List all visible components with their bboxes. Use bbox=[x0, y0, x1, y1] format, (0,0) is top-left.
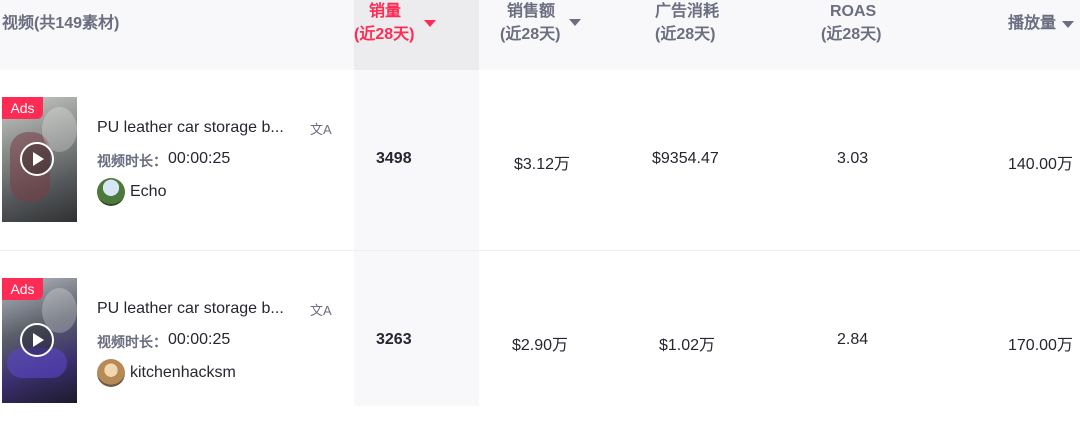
translate-icon[interactable]: 文A bbox=[310, 119, 332, 138]
avatar[interactable] bbox=[97, 178, 125, 206]
play-icon[interactable] bbox=[20, 142, 54, 176]
table-row[interactable]: Ads PU leather car storage b... 文A 视频时长：… bbox=[0, 251, 1080, 431]
revenue-period: (近28天) bbox=[500, 26, 561, 43]
duration-value: 00:00:25 bbox=[168, 150, 231, 167]
video-title[interactable]: PU leather car storage b... bbox=[97, 300, 284, 318]
ad-spend-period: (近28天) bbox=[655, 26, 716, 43]
sort-desc-icon[interactable] bbox=[424, 20, 436, 27]
duration-label: 视频时长： bbox=[97, 334, 167, 350]
play-icon[interactable] bbox=[20, 323, 54, 357]
ads-badge: Ads bbox=[2, 97, 43, 119]
duration-value: 00:00:25 bbox=[168, 331, 231, 348]
column-header-views[interactable]: 播放量 bbox=[1008, 0, 1080, 70]
sales-value: 3498 bbox=[376, 150, 412, 167]
roas-label: ROAS bbox=[830, 3, 877, 20]
revenue-label: 销售额 bbox=[507, 3, 556, 20]
avatar[interactable] bbox=[97, 359, 125, 387]
column-header-revenue[interactable]: 销售额 (近28天) bbox=[500, 0, 600, 70]
views-value: 140.00万 bbox=[1008, 156, 1073, 173]
column-header-sales[interactable]: 销量 (近28天) bbox=[354, 0, 479, 70]
column-header-ad-spend: 广告消耗 (近28天) bbox=[655, 0, 735, 70]
revenue-value: $2.90万 bbox=[512, 337, 569, 354]
ads-badge: Ads bbox=[2, 278, 43, 300]
ad-spend-value: $1.02万 bbox=[659, 337, 716, 354]
roas-value: 3.03 bbox=[837, 150, 869, 167]
video-column-label: 视频(共149素材) bbox=[2, 15, 120, 32]
roas-period: (近28天) bbox=[821, 26, 882, 43]
author-name[interactable]: Echo bbox=[130, 183, 166, 201]
ad-spend-label: 广告消耗 bbox=[655, 3, 720, 20]
roas-value: 2.84 bbox=[837, 331, 869, 348]
table-row[interactable]: Ads PU leather car storage b... 文A 视频时长：… bbox=[0, 70, 1080, 250]
duration-label: 视频时长： bbox=[97, 153, 167, 169]
sort-caret-icon[interactable] bbox=[569, 19, 581, 26]
revenue-value: $3.12万 bbox=[514, 156, 571, 173]
column-header-roas: ROAS (近28天) bbox=[821, 0, 901, 70]
sales-label: 销量 bbox=[369, 3, 402, 20]
views-value: 170.00万 bbox=[1008, 337, 1073, 354]
sort-caret-icon[interactable] bbox=[1062, 21, 1074, 28]
translate-icon[interactable]: 文A bbox=[310, 300, 332, 319]
sales-value: 3263 bbox=[376, 331, 412, 348]
column-header-video: 视频(共149素材) bbox=[0, 0, 160, 70]
ad-spend-value: $9354.47 bbox=[652, 150, 719, 167]
views-label: 播放量 bbox=[1008, 15, 1057, 32]
sales-period: (近28天) bbox=[354, 26, 415, 43]
video-title[interactable]: PU leather car storage b... bbox=[97, 119, 284, 137]
author-name[interactable]: kitchenhacksm bbox=[130, 364, 236, 382]
